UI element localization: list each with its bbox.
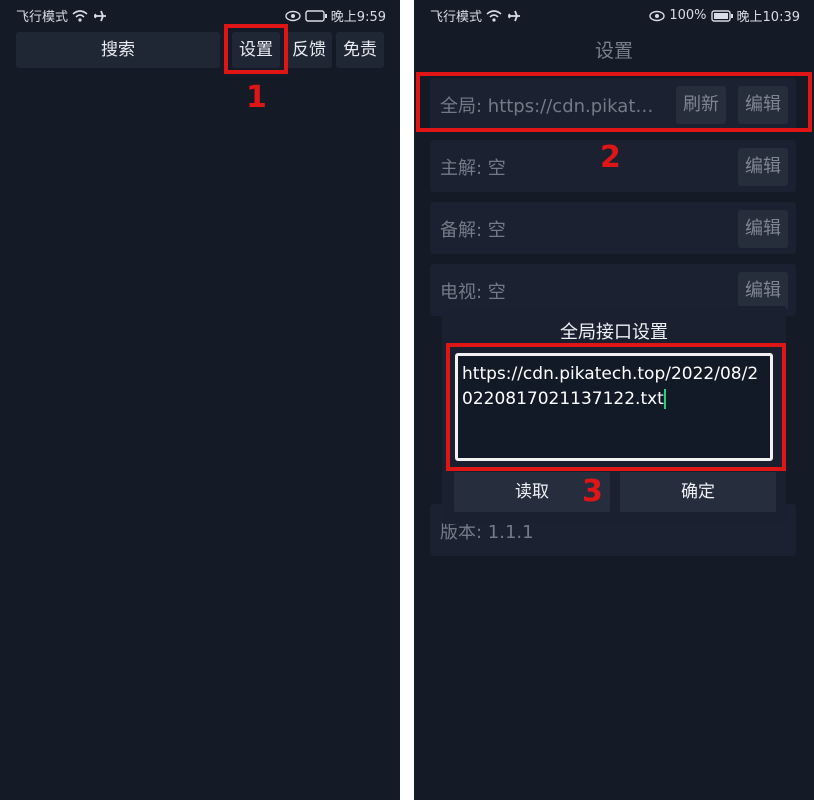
search-button[interactable]: 搜索 <box>16 32 220 68</box>
airplane-mode-text: 飞行模式 <box>16 10 69 25</box>
right-screen: 飞行模式 100% 晚上10:39 设置 全局: https://cdn.pik… <box>414 0 814 800</box>
row-label: 主解: 空 <box>440 158 506 179</box>
status-bar: 飞行模式 100% 晚上10:39 <box>414 0 814 28</box>
highlight-url-input <box>446 343 786 471</box>
dialog-title: 全局接口设置 <box>560 322 668 343</box>
row-label: 电视: 空 <box>440 282 506 303</box>
edit-backup-button[interactable]: 编辑 <box>738 210 788 248</box>
clock: 晚上9:59 <box>330 10 386 25</box>
highlight-settings <box>224 24 288 74</box>
page-title: 设置 <box>594 40 633 62</box>
eye-icon <box>649 10 666 21</box>
battery-percent: 100% <box>669 8 707 23</box>
edit-tv-button[interactable]: 编辑 <box>738 272 788 310</box>
status-bar: 飞行模式 晚上9:59 <box>0 0 400 28</box>
battery-icon <box>710 9 733 22</box>
battery-icon <box>305 9 327 22</box>
settings-row-backup-parse: 备解: 空 编辑 <box>430 202 796 254</box>
edit-main-button[interactable]: 编辑 <box>738 148 788 186</box>
wifi-icon <box>72 9 88 22</box>
step-marker-1: 1 <box>246 80 267 115</box>
confirm-button[interactable]: 确定 <box>620 472 776 512</box>
wifi-icon <box>486 9 502 22</box>
step-marker-3: 3 <box>582 474 603 509</box>
step-marker-2: 2 <box>600 140 621 175</box>
disclaimer-button[interactable]: 免责 <box>336 32 384 68</box>
feedback-button[interactable]: 反馈 <box>286 32 332 68</box>
highlight-global-row <box>416 72 812 132</box>
clock: 晚上10:39 <box>736 10 800 25</box>
airplane-mode-text: 飞行模式 <box>430 10 483 25</box>
airplane-icon <box>94 10 107 21</box>
left-screen: 飞行模式 晚上9:59 搜索 设置 反馈 免责 1 <box>0 0 400 800</box>
eye-icon <box>285 10 301 21</box>
row-label: 备解: 空 <box>440 220 506 241</box>
airplane-icon <box>508 10 521 21</box>
